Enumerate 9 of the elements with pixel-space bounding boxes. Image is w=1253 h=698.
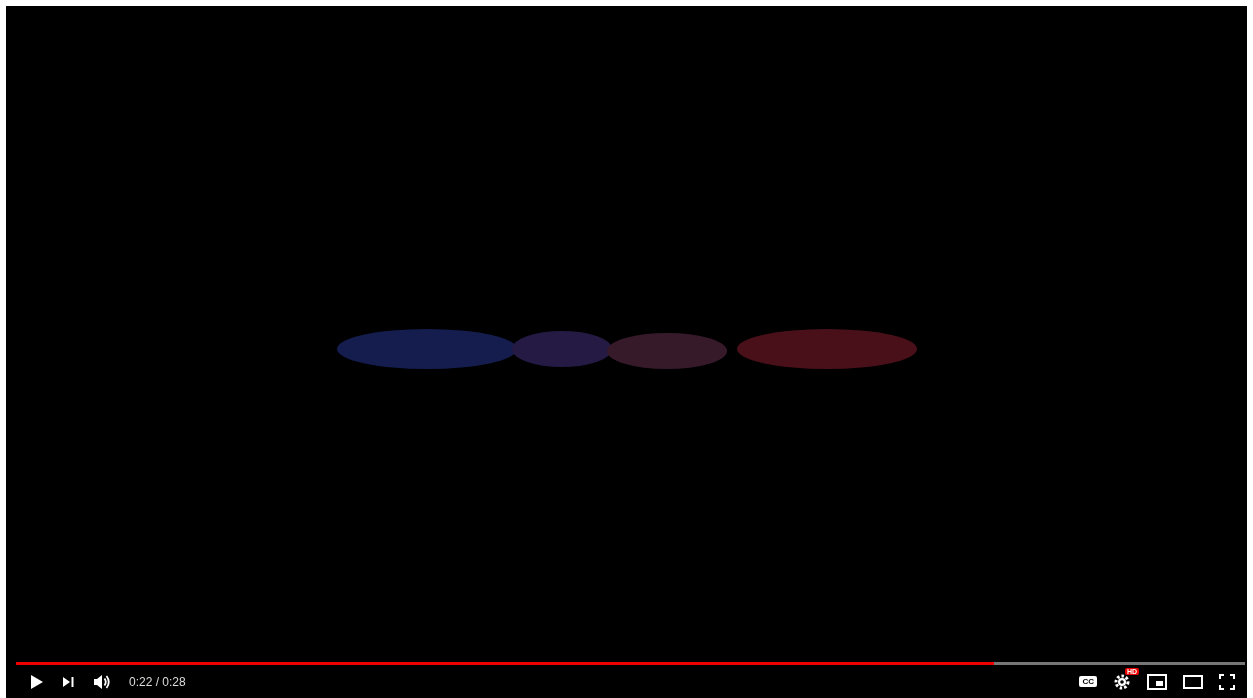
miniplayer-icon xyxy=(1147,673,1167,690)
fullscreen-icon xyxy=(1219,673,1235,690)
play-icon xyxy=(30,673,44,690)
skip-next-icon xyxy=(62,675,75,688)
rectangle-icon xyxy=(1183,674,1203,689)
gear-icon xyxy=(1113,672,1131,691)
progress-track[interactable] xyxy=(16,662,1245,665)
speaker-icon xyxy=(93,673,111,690)
time-display: 0:22 / 0:28 xyxy=(129,674,186,689)
